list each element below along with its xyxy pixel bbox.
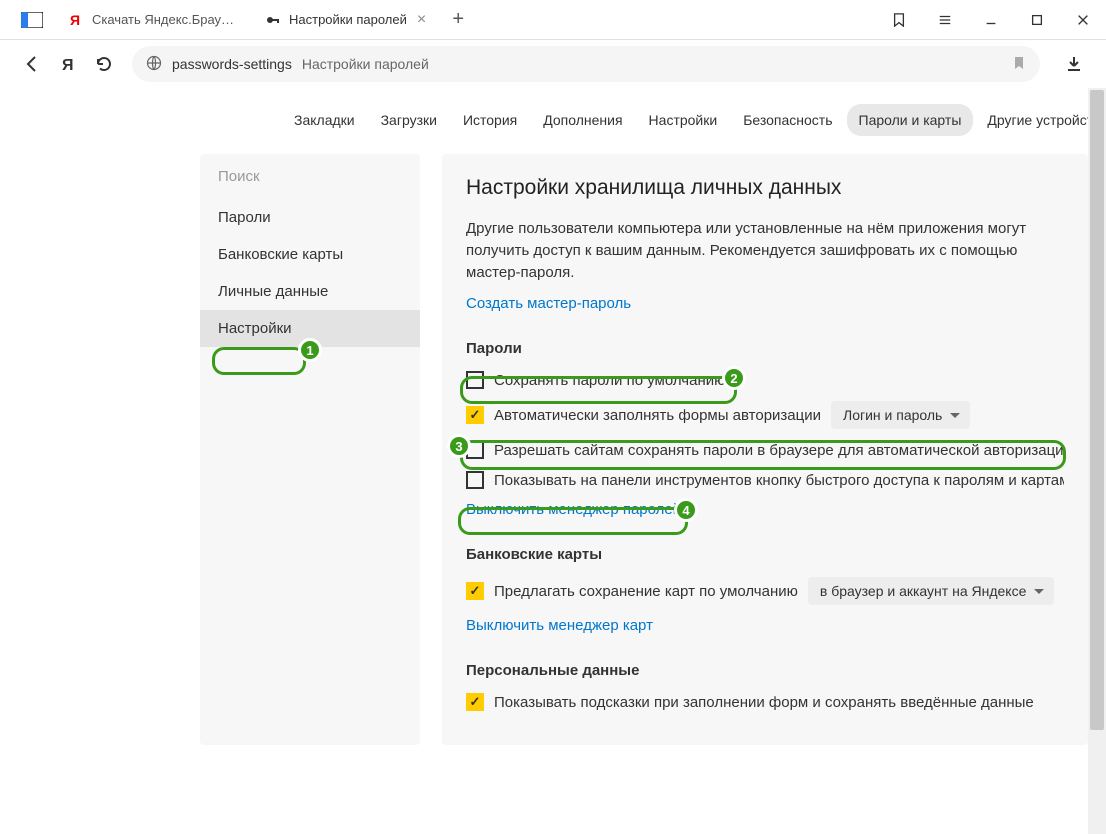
svg-text:Я: Я (70, 12, 80, 28)
label-autofill-forms: Автоматически заполнять формы авторизаци… (494, 407, 821, 424)
disable-password-manager-link[interactable]: Выключить менеджер паролей (466, 501, 681, 518)
main-panel: Настройки хранилища личных данных Другие… (442, 154, 1088, 745)
disable-card-manager-link[interactable]: Выключить менеджер карт (466, 617, 653, 634)
topnav-history[interactable]: История (451, 104, 529, 136)
label-save-cards: Предлагать сохранение карт по умолчанию (494, 583, 798, 600)
section-passwords-title: Пароли (466, 340, 1064, 357)
close-icon[interactable]: × (417, 11, 426, 29)
topnav-security[interactable]: Безопасность (731, 104, 844, 136)
url-title: Настройки паролей (302, 56, 429, 72)
label-allow-sites-save: Разрешать сайтам сохранять пароли в брау… (494, 442, 1064, 459)
checkbox-toolbar-button[interactable] (466, 471, 484, 489)
bookmark-icon[interactable] (1012, 56, 1026, 73)
reload-icon[interactable] (86, 46, 122, 82)
tab-password-settings[interactable]: Настройки паролей × (253, 3, 438, 37)
maximize-icon[interactable] (1014, 0, 1060, 40)
downloads-icon[interactable] (1056, 46, 1092, 82)
tab-yandex-download[interactable]: Я Скачать Яндекс.Браузер д (56, 3, 251, 37)
yandex-home-icon[interactable]: Я (50, 46, 86, 82)
scrollbar-thumb[interactable] (1090, 90, 1104, 730)
sidebar: Поиск Пароли Банковские карты Личные дан… (200, 154, 420, 745)
svg-text:Я: Я (62, 57, 74, 73)
storage-description: Другие пользователи компьютера или устан… (466, 218, 1064, 283)
hamburger-menu-icon[interactable] (922, 0, 968, 40)
create-master-password-link[interactable]: Создать мастер-пароль (466, 295, 631, 312)
topnav-downloads[interactable]: Загрузки (369, 104, 449, 136)
label-toolbar-button: Показывать на панели инструментов кнопку… (494, 472, 1064, 489)
tab-title: Настройки паролей (289, 12, 407, 27)
scrollbar-vertical[interactable] (1088, 88, 1106, 834)
section-personal-title: Персональные данные (466, 662, 1064, 679)
checkbox-save-passwords[interactable] (466, 371, 484, 389)
panels-toggle-icon[interactable] (18, 8, 46, 32)
globe-icon (146, 55, 162, 74)
section-cards-title: Банковские карты (466, 546, 1064, 563)
sidebar-item-settings[interactable]: Настройки (200, 310, 420, 347)
tab-title: Скачать Яндекс.Браузер д (92, 12, 239, 27)
checkbox-autofill-forms[interactable] (466, 406, 484, 424)
new-tab-button[interactable]: + (444, 6, 472, 34)
topnav-bookmarks[interactable]: Закладки (282, 104, 367, 136)
checkbox-show-hints[interactable] (466, 693, 484, 711)
topnav-passwords-cards[interactable]: Пароли и карты (847, 104, 974, 136)
passwords-icon (265, 12, 281, 28)
sidebar-search[interactable]: Поиск (200, 154, 420, 199)
checkbox-save-cards[interactable] (466, 582, 484, 600)
bookmark-menu-icon[interactable] (876, 0, 922, 40)
sidebar-item-passwords[interactable]: Пароли (200, 199, 420, 236)
label-save-passwords: Сохранять пароли по умолчанию (494, 372, 725, 389)
minimize-icon[interactable] (968, 0, 1014, 40)
yandex-y-icon: Я (68, 12, 84, 28)
back-icon[interactable] (14, 46, 50, 82)
settings-topnav: Закладки Загрузки История Дополнения Нас… (0, 88, 1106, 136)
close-window-icon[interactable] (1060, 0, 1106, 40)
sidebar-item-cards[interactable]: Банковские карты (200, 236, 420, 273)
topnav-settings[interactable]: Настройки (637, 104, 730, 136)
sidebar-item-personal[interactable]: Личные данные (200, 273, 420, 310)
checkbox-allow-sites-save[interactable] (466, 441, 484, 459)
select-autofill-mode[interactable]: Логин и пароль (831, 401, 970, 429)
page-title: Настройки хранилища личных данных (466, 176, 1064, 200)
label-show-hints: Показывать подсказки при заполнении форм… (494, 694, 1034, 711)
topnav-addons[interactable]: Дополнения (531, 104, 634, 136)
address-bar[interactable]: passwords-settings Настройки паролей (132, 46, 1040, 82)
select-save-cards-location[interactable]: в браузер и аккаунт на Яндексе (808, 577, 1054, 605)
topnav-other-devices[interactable]: Другие устройства (975, 104, 1106, 136)
url-path: passwords-settings (172, 56, 292, 72)
